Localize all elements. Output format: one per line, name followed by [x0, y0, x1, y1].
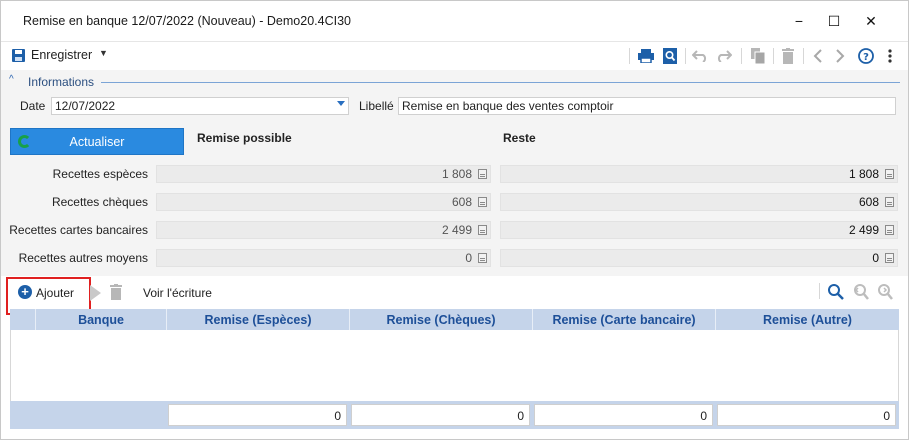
column-header-autre[interactable]: Remise (Autre) — [716, 309, 899, 330]
reste-cartes-value: 2 499 — [848, 223, 879, 237]
calculator-icon[interactable] — [885, 169, 894, 179]
possible-autres-field: 0 — [156, 249, 491, 267]
column-header-cheques[interactable]: Remise (Chèques) — [350, 309, 533, 330]
libelle-label: Libellé — [359, 99, 394, 113]
refresh-icon — [18, 135, 31, 148]
calculator-icon[interactable] — [478, 197, 487, 207]
calculator-icon[interactable] — [478, 253, 487, 263]
save-button[interactable]: Enregistrer — [31, 48, 92, 62]
reste-autres-value: 0 — [872, 251, 879, 265]
reste-especes-value: 1 808 — [848, 167, 879, 181]
date-label: Date — [20, 99, 46, 113]
calculator-icon[interactable] — [885, 225, 894, 235]
reste-especes-field: 1 808 — [500, 165, 898, 183]
copy-icon[interactable] — [749, 47, 767, 65]
libelle-field[interactable]: Remise en banque des ventes comptoir — [398, 97, 896, 115]
play-icon[interactable] — [90, 285, 101, 301]
grid-action-bar — [1, 276, 908, 309]
libelle-value: Remise en banque des ventes comptoir — [402, 99, 614, 113]
section-title: Informations — [28, 75, 95, 89]
voir-ecriture-link[interactable]: Voir l'écriture — [143, 286, 212, 300]
possible-cartes-value: 2 499 — [441, 223, 472, 237]
next-icon[interactable] — [831, 47, 849, 65]
more-icon[interactable] — [881, 47, 899, 65]
title-bar: Remise en banque 12/07/2022 (Nouveau) - … — [1, 1, 908, 41]
toolbar: Enregistrer ▼ ? — [1, 41, 908, 70]
possible-especes-value: 1 808 — [441, 167, 472, 181]
reste-cheques-value: 608 — [858, 195, 879, 209]
grid-header: Banque Remise (Espèces) Remise (Chèques)… — [10, 309, 899, 330]
close-button[interactable]: ✕ — [859, 11, 883, 31]
search-previous-icon[interactable] — [852, 283, 870, 304]
search-icon[interactable] — [827, 283, 845, 304]
column-header-especes[interactable]: Remise (Espèces) — [167, 309, 350, 330]
total-cheques: 0 — [351, 404, 530, 426]
refresh-label: Actualiser — [69, 134, 125, 149]
reste-autres-field: 0 — [500, 249, 898, 267]
reste-cheques-field: 608 — [500, 193, 898, 211]
row-label-autres: Recettes autres moyens — [18, 251, 148, 265]
total-especes: 0 — [168, 404, 347, 426]
calculator-icon[interactable] — [478, 225, 487, 235]
svg-text:?: ? — [863, 52, 869, 63]
redo-icon[interactable] — [715, 47, 733, 65]
date-field[interactable]: 12/07/2022 — [51, 97, 349, 115]
trash-icon[interactable] — [110, 284, 122, 303]
column-header-carte[interactable]: Remise (Carte bancaire) — [533, 309, 716, 330]
reste-cartes-field: 2 499 — [500, 221, 898, 239]
maximize-button[interactable]: ☐ — [822, 11, 846, 31]
print-icon[interactable] — [637, 47, 655, 65]
print-preview-icon[interactable] — [661, 47, 679, 65]
save-icon[interactable] — [12, 49, 25, 62]
possible-cartes-field: 2 499 — [156, 221, 491, 239]
delete-icon[interactable] — [779, 47, 797, 65]
collapse-chevron-icon[interactable]: ^ — [9, 74, 14, 85]
possible-autres-value: 0 — [465, 251, 472, 265]
toolbar-separator — [803, 48, 804, 64]
calculator-icon[interactable] — [885, 253, 894, 263]
minimize-button[interactable]: − — [787, 11, 811, 31]
section-divider — [101, 82, 900, 83]
chevron-down-icon[interactable] — [337, 101, 345, 106]
column-header-possible: Remise possible — [197, 131, 292, 145]
total-autre: 0 — [717, 404, 896, 426]
toolbar-separator — [773, 48, 774, 64]
section-informations[interactable]: ^ Informations — [1, 70, 908, 94]
grid-body[interactable] — [10, 330, 899, 401]
undo-icon[interactable] — [691, 47, 709, 65]
toolbar-separator — [741, 48, 742, 64]
help-icon[interactable]: ? — [857, 47, 875, 65]
window-title: Remise en banque 12/07/2022 (Nouveau) - … — [23, 14, 351, 28]
row-label-cartes: Recettes cartes bancaires — [9, 223, 148, 237]
window: Remise en banque 12/07/2022 (Nouveau) - … — [0, 0, 909, 440]
possible-cheques-value: 608 — [451, 195, 472, 209]
toolbar-separator — [629, 48, 630, 64]
date-value: 12/07/2022 — [55, 99, 116, 113]
possible-cheques-field: 608 — [156, 193, 491, 211]
row-label-especes: Recettes espèces — [52, 167, 148, 181]
column-header-reste: Reste — [503, 131, 536, 145]
toolbar-separator — [685, 48, 686, 64]
save-dropdown-caret[interactable]: ▼ — [99, 48, 108, 58]
previous-icon[interactable] — [809, 47, 827, 65]
search-next-icon[interactable] — [876, 283, 894, 304]
possible-especes-field: 1 808 — [156, 165, 491, 183]
calculator-icon[interactable] — [478, 169, 487, 179]
toolbar-separator — [819, 283, 820, 299]
refresh-button[interactable]: Actualiser — [10, 128, 184, 155]
row-selector-header — [10, 309, 36, 330]
total-carte: 0 — [534, 404, 713, 426]
column-header-banque[interactable]: Banque — [36, 309, 167, 330]
row-label-cheques: Recettes chèques — [51, 195, 148, 209]
calculator-icon[interactable] — [885, 197, 894, 207]
